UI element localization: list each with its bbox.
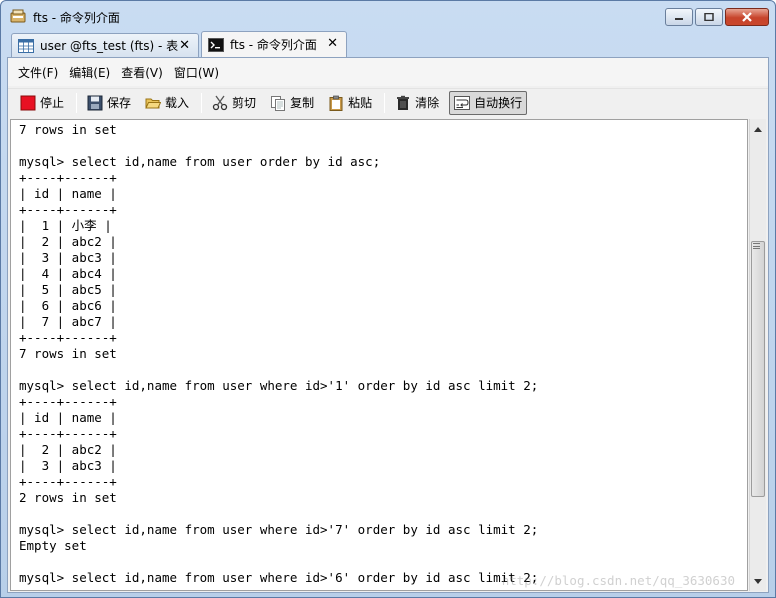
toolbar-separator [201, 92, 203, 113]
window-title: fts - 命令列介面 [33, 11, 120, 25]
vertical-scrollbar[interactable] [749, 119, 766, 591]
load-button[interactable]: 载入 [141, 91, 193, 115]
menu-file[interactable]: 文件(F) [18, 64, 58, 81]
copy-button[interactable]: 复制 [266, 91, 318, 115]
console-text: 7 rows in set mysql> select id,name from … [19, 122, 538, 586]
console-line: Empty set [19, 538, 87, 553]
console-line: | id | name | [19, 186, 117, 201]
word-wrap-label: 自动换行 [474, 96, 523, 110]
cut-label: 剪切 [232, 96, 257, 110]
clipboard-icon [329, 95, 343, 111]
stop-label: 停止 [40, 96, 65, 110]
scroll-down-arrow[interactable] [750, 573, 766, 589]
title-bar[interactable]: fts - 命令列介面 [1, 1, 775, 31]
minimize-icon [675, 18, 683, 20]
tab-command-line[interactable]: fts - 命令列介面 ✕ [201, 31, 347, 57]
word-wrap-icon [454, 95, 471, 110]
console-line: +----+------+ [19, 474, 117, 489]
console-line: mysql> select id,name from user where id… [19, 570, 539, 585]
table-icon [18, 38, 34, 53]
tab-strip: user @fts_test (fts) - 表 ✕ fts - 命令列介面 ✕ [7, 31, 769, 57]
console-line: +----+------+ [19, 330, 117, 345]
close-window-button[interactable] [725, 8, 769, 26]
console-output[interactable]: 7 rows in set mysql> select id,name from … [10, 119, 748, 591]
console-line: 2 rows in set [19, 490, 117, 505]
terminal-icon [208, 37, 224, 52]
console-line: | 2 | abc2 | [19, 234, 117, 249]
maximize-icon [704, 13, 714, 21]
console-line: | 3 | abc3 | [19, 458, 117, 473]
menu-view[interactable]: 查看(V) [121, 64, 163, 81]
folder-open-icon [145, 98, 162, 108]
console-line: mysql> select id,name from user where id… [19, 378, 539, 393]
menu-window[interactable]: 窗口(W) [174, 64, 219, 81]
toolbar-separator [384, 92, 386, 113]
console-line: +----+------+ [19, 394, 117, 409]
console-line: | 5 | abc5 | [19, 282, 117, 297]
save-label: 保存 [107, 96, 132, 110]
scroll-grip-icon [753, 243, 760, 249]
copy-label: 复制 [290, 96, 315, 110]
minimize-button[interactable] [665, 8, 693, 26]
watermark: http://blog.csdn.net/qq_3630630 [501, 573, 735, 588]
save-button[interactable]: 保存 [83, 91, 135, 115]
stop-icon [20, 95, 36, 110]
console-line: mysql> select id,name from user where id… [19, 522, 539, 537]
maximize-button[interactable] [695, 8, 723, 26]
menu-edit[interactable]: 编辑(E) [69, 64, 110, 81]
navicat-app-icon [10, 9, 26, 23]
command-line-panel: 文件(F) 编辑(E) 查看(V) 窗口(W) 停止 保存 载入 剪切 复制 粘… [7, 57, 769, 593]
toolbar-separator [76, 92, 78, 113]
clear-button[interactable]: 清除 [391, 91, 443, 115]
tab-user-table[interactable]: user @fts_test (fts) - 表 ✕ [11, 33, 199, 57]
save-icon [87, 95, 103, 110]
console-line: | 7 | abc7 | [19, 314, 117, 329]
console-line: mysql> select id,name from user order by… [19, 154, 381, 169]
console-line: | 1 | 小李 | [19, 218, 112, 233]
scissors-icon [212, 95, 228, 110]
console-line: | 4 | abc4 | [19, 266, 117, 281]
toolbar: 停止 保存 载入 剪切 复制 粘贴 清除 自动换行 [8, 88, 768, 116]
paste-label: 粘贴 [348, 96, 373, 110]
scroll-up-arrow[interactable] [750, 121, 766, 137]
console-line: 7 rows in set [19, 346, 117, 361]
console-line: | 3 | abc3 | [19, 250, 117, 265]
stop-button[interactable]: 停止 [16, 91, 68, 115]
menu-bar: 文件(F) 编辑(E) 查看(V) 窗口(W) [8, 58, 768, 86]
window-controls [665, 8, 769, 26]
console-line: +----+------+ [19, 426, 117, 441]
console-line: +----+------+ [19, 170, 117, 185]
tab-close-icon[interactable]: ✕ [179, 38, 190, 53]
app-window: fts - 命令列介面 user @fts_test (fts) - 表 ✕ f… [0, 0, 776, 598]
tab-label: user @fts_test (fts) - 表 [40, 39, 179, 53]
console-line: +----+------+ [19, 202, 117, 217]
console-line: 7 rows in set [19, 122, 117, 137]
paste-button[interactable]: 粘贴 [324, 91, 376, 115]
word-wrap-toggle[interactable]: 自动换行 [449, 90, 528, 115]
tab-label: fts - 命令列介面 [230, 38, 317, 52]
trash-icon [397, 95, 410, 110]
arrow-down-icon [754, 578, 762, 584]
tab-close-icon[interactable]: ✕ [327, 36, 338, 51]
copy-icon [271, 95, 286, 111]
console-line: | 6 | abc6 | [19, 298, 117, 313]
clear-label: 清除 [415, 96, 440, 110]
close-icon [742, 12, 752, 22]
scroll-thumb[interactable] [751, 241, 765, 497]
console-line: | 2 | abc2 | [19, 442, 117, 457]
load-label: 载入 [165, 96, 190, 110]
cut-button[interactable]: 剪切 [208, 91, 260, 115]
console-line: | id | name | [19, 410, 117, 425]
arrow-up-icon [754, 126, 762, 132]
